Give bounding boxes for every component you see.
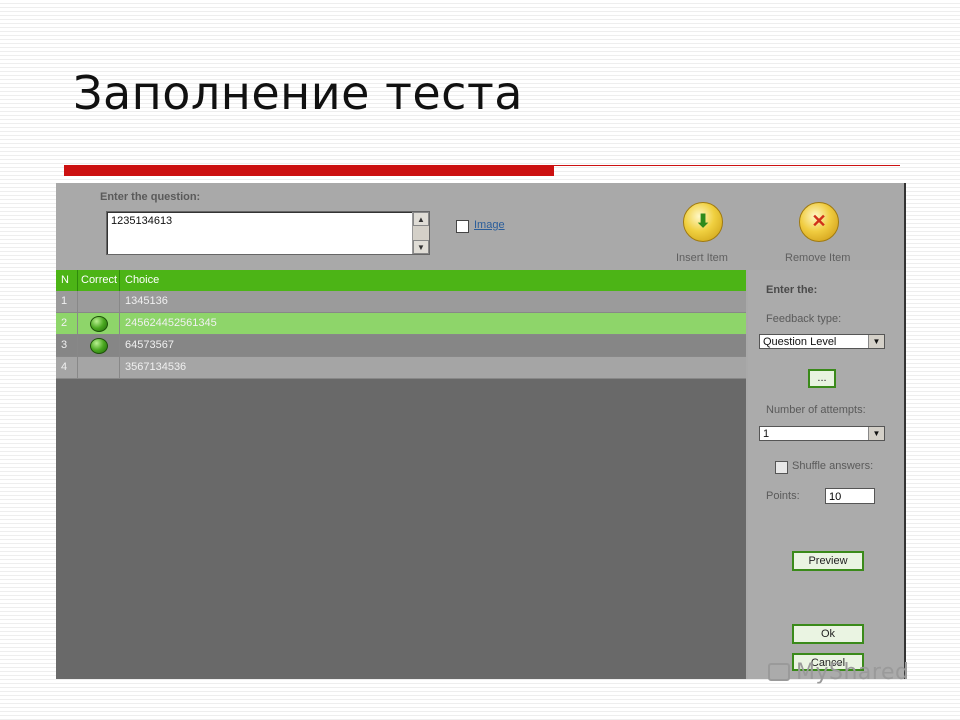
ok-button[interactable]: Ok <box>792 624 864 644</box>
attempts-value: 1 <box>763 428 770 440</box>
red-x-icon: ✕ <box>811 211 827 231</box>
presentation-icon <box>768 663 790 681</box>
choice-cell[interactable]: 245624452561345 <box>120 313 746 334</box>
correct-cell[interactable] <box>78 335 120 356</box>
watermark-text: MyShared <box>796 660 910 685</box>
points-label: Points: <box>766 490 800 502</box>
column-header-correct[interactable]: Correct <box>78 270 120 291</box>
question-label: Enter the question: <box>100 191 201 203</box>
preview-button[interactable]: Preview <box>792 551 864 571</box>
scroll-up-arrow-icon[interactable]: ▲ <box>413 212 429 226</box>
choice-cell[interactable]: 1345136 <box>120 291 746 312</box>
remove-item-label: Remove Item <box>785 252 851 264</box>
question-scrollbar[interactable]: ▲ ▼ <box>412 212 429 254</box>
shuffle-answers-label: Shuffle answers: <box>792 460 874 472</box>
correct-cell[interactable] <box>78 357 120 378</box>
choice-cell[interactable]: 64573567 <box>120 335 746 356</box>
question-text: 1235134613 <box>111 215 173 227</box>
title-underline-thick <box>64 165 554 176</box>
chevron-down-icon[interactable]: ▼ <box>868 427 884 440</box>
feedback-type-select[interactable]: Question Level ▼ <box>759 334 885 349</box>
row-number: 2 <box>56 313 78 334</box>
title-underline-thin <box>554 165 900 166</box>
correct-indicator-icon[interactable] <box>90 316 108 332</box>
feedback-options-button[interactable]: ... <box>808 369 836 388</box>
table-row-selected[interactable]: 2 245624452561345 <box>56 313 746 335</box>
table-row[interactable]: 4 3567134536 <box>56 357 746 379</box>
feedback-type-value: Question Level <box>763 336 837 348</box>
slide-title: Заполнение теста <box>73 66 523 120</box>
shuffle-answers-checkbox[interactable] <box>775 461 788 474</box>
test-editor-window: Enter the question: 1235134613 ▲ ▼ Image… <box>56 183 906 679</box>
correct-cell[interactable] <box>78 291 120 312</box>
insert-item-label: Insert Item <box>676 252 728 264</box>
choices-grid: N Correct Choice 1 1345136 2 24562445256… <box>56 270 746 679</box>
image-link[interactable]: Image <box>474 219 505 231</box>
panel-title: Enter the: <box>766 284 818 296</box>
scroll-down-arrow-icon[interactable]: ▼ <box>413 240 429 254</box>
row-number: 4 <box>56 357 78 378</box>
points-input[interactable]: 10 <box>825 488 875 504</box>
image-checkbox[interactable] <box>456 220 469 233</box>
insert-item-button[interactable]: ⬇ <box>683 202 723 242</box>
question-textarea[interactable]: 1235134613 ▲ ▼ <box>106 211 430 255</box>
row-number: 1 <box>56 291 78 312</box>
correct-indicator-icon[interactable] <box>90 338 108 354</box>
settings-panel: Enter the: Feedback type: Question Level… <box>748 270 904 679</box>
remove-item-button[interactable]: ✕ <box>799 202 839 242</box>
table-row[interactable]: 3 64573567 <box>56 335 746 357</box>
green-down-arrow-icon: ⬇ <box>695 211 711 231</box>
column-header-choice[interactable]: Choice <box>120 270 746 291</box>
column-header-n[interactable]: N <box>56 270 78 291</box>
correct-cell[interactable] <box>78 313 120 334</box>
attempts-select[interactable]: 1 ▼ <box>759 426 885 441</box>
choice-cell[interactable]: 3567134536 <box>120 357 746 378</box>
grid-header: N Correct Choice <box>56 270 746 291</box>
feedback-type-label: Feedback type: <box>766 313 842 325</box>
attempts-label: Number of attempts: <box>766 404 866 416</box>
row-number: 3 <box>56 335 78 356</box>
table-row[interactable]: 1 1345136 <box>56 291 746 313</box>
chevron-down-icon[interactable]: ▼ <box>868 335 884 348</box>
